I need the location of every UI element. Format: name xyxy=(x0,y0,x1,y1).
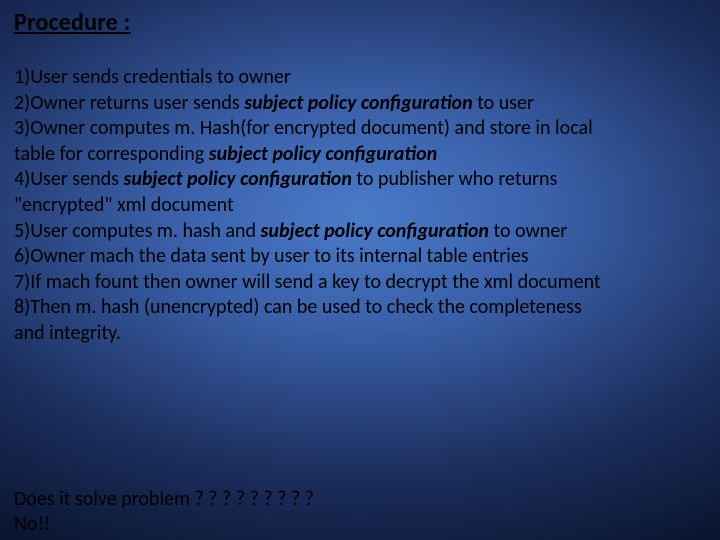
footer-question: Does it solve problem ? ? ? ? ? ? ? ? ? xyxy=(14,487,314,513)
slide: Procedure : 1)User sends credentials to … xyxy=(0,0,720,540)
step-2: 2)Owner returns user sends subject polic… xyxy=(14,91,706,117)
step-5-emph: subject policy configuration xyxy=(261,219,489,243)
slide-title: Procedure : xyxy=(14,8,706,37)
procedure-body: 1)User sends credentials to owner 2)Owne… xyxy=(14,65,706,347)
step-3-text-b: table for corresponding xyxy=(14,142,209,166)
step-5-text-a: 5)User computes m. hash and xyxy=(14,219,261,243)
step-2-text-a: 2)Owner returns user sends xyxy=(14,91,244,115)
step-5: 5)User computes m. hash and subject poli… xyxy=(14,219,706,245)
step-4-text-a: 4)User sends xyxy=(14,167,123,191)
step-3-emph: subject policy configuration xyxy=(209,142,437,166)
footer-answer: No!! xyxy=(14,512,314,538)
step-4-emph: subject policy configuration xyxy=(123,167,351,191)
step-3-line2: table for corresponding subject policy c… xyxy=(14,142,706,168)
step-4-line2: "encrypted" xml document xyxy=(14,193,706,219)
step-6: 6)Owner mach the data sent by user to it… xyxy=(14,244,706,270)
step-8-line1: 8)Then m. hash (unencrypted) can be used… xyxy=(14,295,706,321)
step-1: 1)User sends credentials to owner xyxy=(14,65,706,91)
step-7: 7)If mach fount then owner will send a k… xyxy=(14,270,706,296)
step-4-text-c: to publisher who returns xyxy=(352,167,558,191)
step-8-line2: and integrity. xyxy=(14,321,706,347)
footer: Does it solve problem ? ? ? ? ? ? ? ? ? … xyxy=(14,487,314,538)
step-5-text-c: to owner xyxy=(489,219,567,243)
step-3-line1: 3)Owner computes m. Hash(for encrypted d… xyxy=(14,116,706,142)
step-2-text-c: to user xyxy=(473,91,534,115)
step-2-emph: subject policy configuration xyxy=(244,91,472,115)
step-4-line1: 4)User sends subject policy configuratio… xyxy=(14,167,706,193)
